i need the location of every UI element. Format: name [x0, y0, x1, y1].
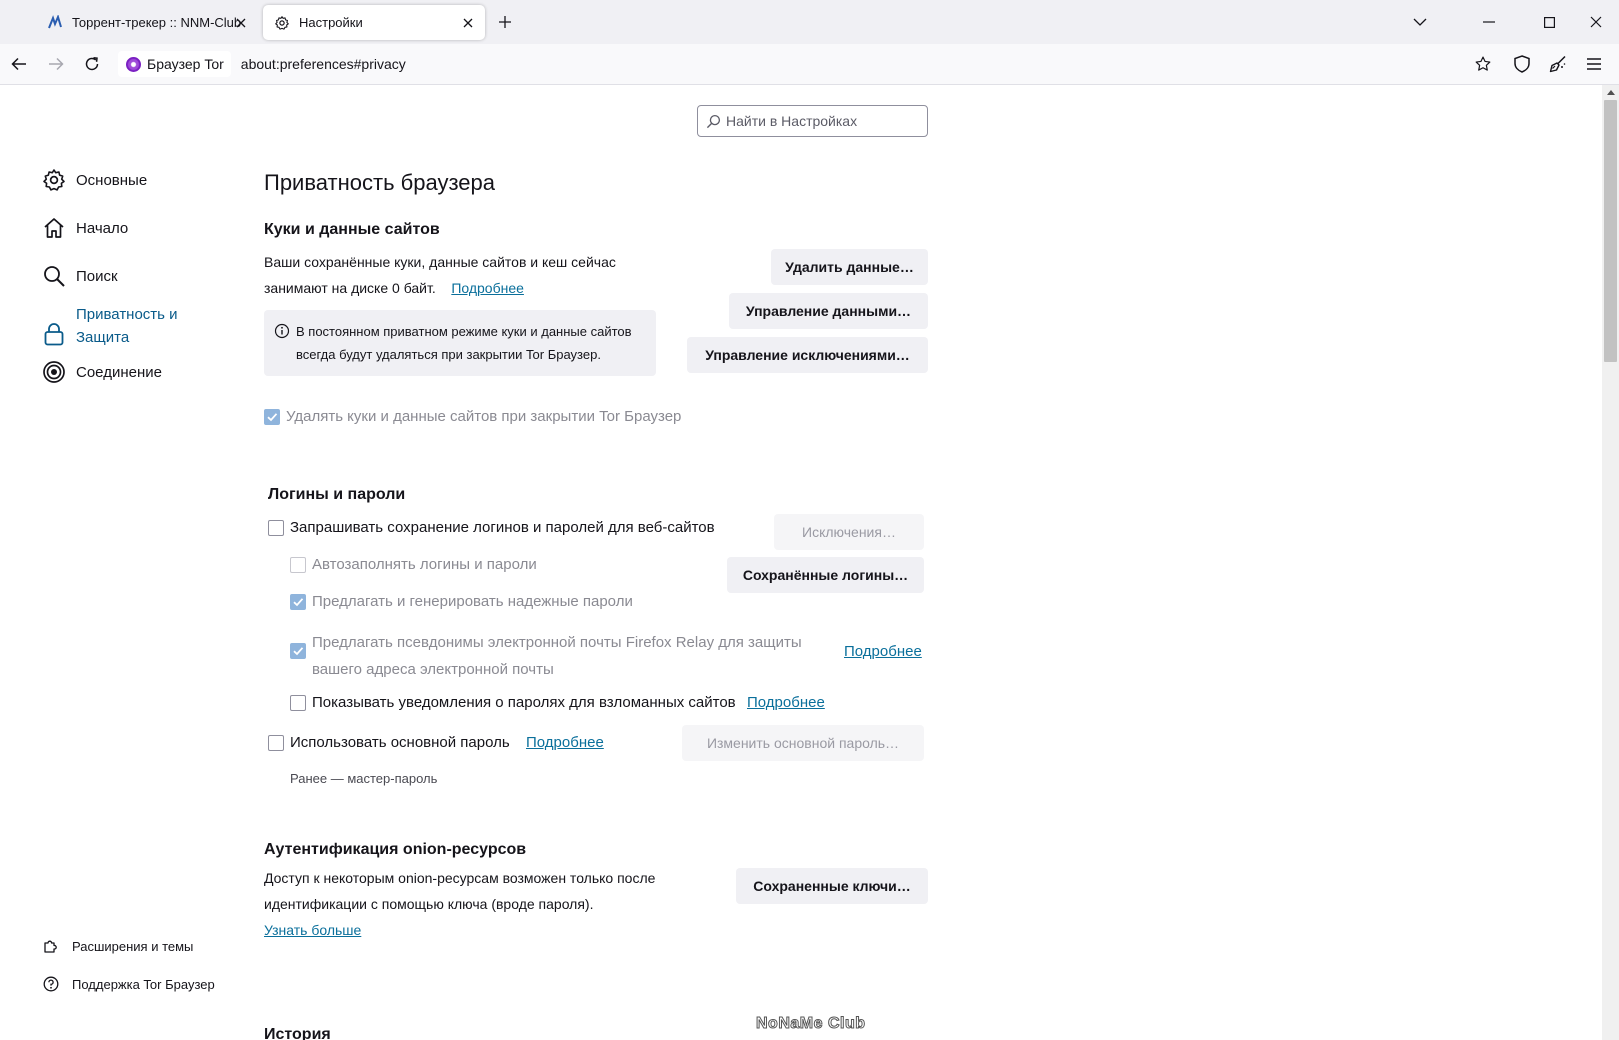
- new-tab-button[interactable]: [495, 12, 515, 32]
- private-mode-info-box: В постоянном приватном режиме куки и дан…: [264, 310, 656, 376]
- breach-alerts-label: Показывать уведомления о паролях для взл…: [312, 694, 736, 711]
- minimize-button[interactable]: [1477, 10, 1501, 34]
- tab-nnm-club[interactable]: Торрент-трекер :: NNM-Club: [36, 5, 258, 40]
- autofill-logins-label: Автозаполнять логины и пароли: [312, 556, 537, 573]
- sidebar-item-label: Поиск: [76, 267, 118, 285]
- sidebar-item-home[interactable]: Начало: [40, 214, 128, 242]
- tab-title: Торрент-трекер :: NNM-Club: [72, 15, 242, 30]
- breach-learn-more-link[interactable]: Подробнее: [747, 690, 825, 716]
- manage-exceptions-button[interactable]: Управление исключениями…: [687, 337, 928, 373]
- sidebar-item-privacy[interactable]: Приватность и Защита: [40, 303, 178, 349]
- onion-learn-more-link[interactable]: Узнать больше: [264, 922, 361, 938]
- cookies-heading: Куки и данные сайтов: [264, 221, 440, 238]
- firefox-relay-checkbox[interactable]: [290, 643, 306, 659]
- forward-button[interactable]: [45, 53, 67, 75]
- scroll-up-arrow[interactable]: [1604, 86, 1617, 98]
- tab-title: Настройки: [299, 15, 363, 30]
- close-icon[interactable]: [459, 14, 477, 32]
- history-heading: История: [264, 1026, 331, 1040]
- sidebar-item-search[interactable]: Поиск: [40, 262, 118, 290]
- sidebar-item-label: Соединение: [76, 363, 162, 381]
- identity-label: Браузер Tor: [147, 56, 224, 72]
- formerly-master-password-note: Ранее — мастер-пароль: [290, 771, 438, 786]
- home-icon: [40, 214, 68, 242]
- sidebar-item-general[interactable]: Основные: [40, 166, 147, 194]
- saved-logins-button[interactable]: Сохранённые логины…: [727, 557, 924, 593]
- ask-save-logins-label: Запрашивать сохранение логинов и паролей…: [290, 519, 715, 536]
- onion-auth-heading: Аутентификация onion-ресурсов: [264, 841, 527, 858]
- new-identity-broom-icon[interactable]: [1547, 53, 1569, 75]
- shield-icon[interactable]: [1511, 53, 1533, 75]
- search-placeholder: Найти в Настройках: [726, 113, 858, 129]
- watermark: NoNaMe Club: [756, 1015, 866, 1033]
- cookies-usage-text: Ваши сохранённые куки, данные сайтов и к…: [264, 254, 616, 296]
- tab-settings[interactable]: Настройки: [263, 5, 485, 40]
- lock-icon: [40, 320, 68, 348]
- gear-icon: [40, 166, 68, 194]
- primary-password-label: Использовать основной пароль: [290, 734, 510, 751]
- saved-keys-button[interactable]: Сохраненные ключи…: [736, 868, 928, 904]
- list-all-tabs-button[interactable]: [1408, 10, 1432, 34]
- sidebar-footer-addons[interactable]: Расширения и темы: [42, 937, 193, 955]
- delete-on-close-checkbox[interactable]: [264, 409, 280, 425]
- sidebar-footer-support[interactable]: Поддержка Tor Браузер: [42, 975, 215, 993]
- puzzle-icon: [42, 937, 60, 955]
- settings-search-input[interactable]: Найти в Настройках: [697, 105, 928, 137]
- sidebar-footer-label: Расширения и темы: [72, 938, 194, 954]
- sidebar-item-label: Начало: [76, 219, 129, 237]
- primary-password-checkbox[interactable]: [268, 735, 284, 751]
- tab-strip: Торрент-трекер :: NNM-Club Настройки: [0, 0, 1619, 44]
- gear-icon: [273, 14, 291, 32]
- clear-data-button[interactable]: Удалить данные…: [771, 249, 928, 285]
- menu-hamburger-icon[interactable]: [1583, 53, 1605, 75]
- back-button[interactable]: [8, 53, 30, 75]
- url-bar[interactable]: Браузер Tor about:preferences#privacy: [116, 48, 1530, 80]
- maximize-button[interactable]: [1537, 10, 1561, 34]
- help-icon: [42, 975, 60, 993]
- reload-button[interactable]: [81, 53, 103, 75]
- nnm-club-favicon: [46, 14, 64, 32]
- logins-heading: Логины и пароли: [268, 486, 406, 503]
- sidebar-item-label: Приватность и Защита: [76, 306, 178, 346]
- sidebar-item-label: Основные: [76, 171, 148, 189]
- suggest-passwords-checkbox[interactable]: [290, 594, 306, 610]
- relay-learn-more-link[interactable]: Подробнее: [844, 639, 922, 665]
- identity-box[interactable]: Браузер Tor: [118, 51, 231, 77]
- autofill-logins-checkbox[interactable]: [290, 557, 306, 573]
- sidebar-item-connection[interactable]: Соединение: [40, 358, 162, 386]
- cookies-learn-more-link[interactable]: Подробнее: [451, 280, 524, 296]
- suggest-passwords-label: Предлагать и генерировать надежные парол…: [312, 593, 633, 610]
- search-icon: [706, 113, 722, 129]
- info-icon: [274, 323, 290, 339]
- login-exceptions-button[interactable]: Исключения…: [774, 514, 924, 550]
- search-icon: [40, 262, 68, 290]
- close-window-button[interactable]: [1584, 10, 1608, 34]
- ask-save-logins-checkbox[interactable]: [268, 520, 284, 536]
- page-title: Приватность браузера: [264, 170, 496, 195]
- firefox-relay-label: Предлагать псевдонимы электронной почты …: [312, 634, 802, 678]
- sidebar-footer-label: Поддержка Tor Браузер: [72, 976, 215, 992]
- manage-data-button[interactable]: Управление данными…: [729, 293, 928, 329]
- primary-learn-more-link[interactable]: Подробнее: [526, 730, 604, 756]
- close-icon[interactable]: [232, 14, 250, 32]
- onion-icon: [40, 358, 68, 386]
- navigation-toolbar: Браузер Tor about:preferences#privacy: [0, 44, 1619, 85]
- delete-on-close-label: Удалять куки и данные сайтов при закрыти…: [286, 408, 682, 425]
- bookmark-star-icon[interactable]: [1472, 53, 1494, 75]
- url-text[interactable]: about:preferences#privacy: [241, 56, 406, 72]
- tor-onion-icon: [126, 56, 141, 72]
- breach-alerts-checkbox[interactable]: [290, 695, 306, 711]
- onion-auth-text: Доступ к некоторым onion-ресурсам возмож…: [264, 870, 656, 938]
- change-primary-password-button[interactable]: Изменить основной пароль…: [682, 725, 924, 761]
- scrollbar-thumb[interactable]: [1604, 100, 1617, 362]
